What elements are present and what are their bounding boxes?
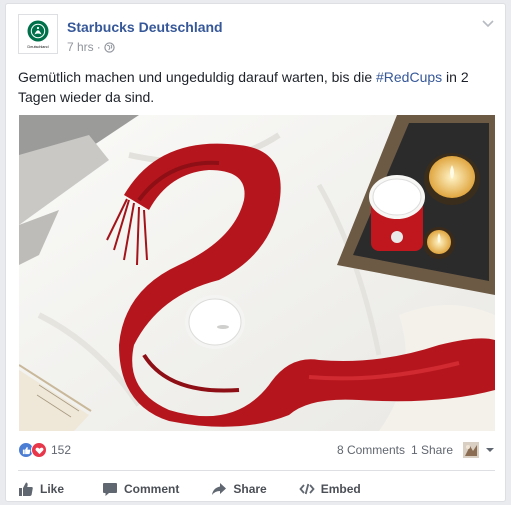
post-stats: 152 8 Comments 1 Share (18, 440, 495, 464)
caret-down-icon[interactable] (485, 446, 495, 454)
chevron-down-icon[interactable] (481, 18, 495, 30)
starbucks-logo-icon (27, 20, 49, 41)
share-label: Share (233, 482, 267, 496)
reactions-summary[interactable]: 152 (18, 442, 71, 458)
action-divider (18, 470, 495, 471)
comment-icon (103, 483, 118, 496)
share-button[interactable]: Share (211, 481, 267, 497)
hashtag-link[interactable]: #RedCups (376, 69, 442, 85)
comment-label: Comment (124, 482, 180, 496)
post-meta: 7 hrs · (67, 40, 115, 54)
logo-caption: Deutschland (27, 43, 49, 49)
post-text: Gemütlich machen und ungeduldig darauf w… (18, 67, 498, 107)
post-timestamp[interactable]: 7 hrs (67, 40, 94, 54)
meta-separator: · (96, 40, 101, 54)
viewer-avatar[interactable] (463, 442, 479, 458)
comments-count-link[interactable]: 8 Comments (337, 443, 405, 457)
embed-label: Embed (320, 482, 361, 496)
action-bar: Like Comment Share Embed (18, 476, 495, 502)
page-avatar[interactable]: Deutschland (18, 14, 58, 54)
shares-count-link[interactable]: 1 Share (411, 443, 453, 457)
post-text-before: Gemütlich machen und ungeduldig darauf w… (18, 69, 376, 85)
page-name-link[interactable]: Starbucks Deutschland (67, 19, 223, 35)
like-label: Like (40, 482, 65, 496)
post-card: Deutschland Starbucks Deutschland 7 hrs … (5, 3, 506, 502)
comment-button[interactable]: Comment (102, 481, 179, 497)
embed-icon (299, 483, 315, 495)
thumbs-up-icon (19, 482, 33, 496)
love-reaction-icon (31, 442, 47, 458)
share-icon (212, 483, 227, 495)
globe-icon (104, 41, 115, 53)
stats-right: 8 Comments 1 Share (337, 442, 495, 458)
like-button[interactable]: Like (18, 481, 64, 497)
post-photo[interactable] (19, 115, 495, 431)
post-header: Deutschland Starbucks Deutschland 7 hrs … (18, 14, 495, 58)
reaction-count: 152 (51, 443, 72, 457)
embed-button[interactable]: Embed (299, 481, 361, 497)
